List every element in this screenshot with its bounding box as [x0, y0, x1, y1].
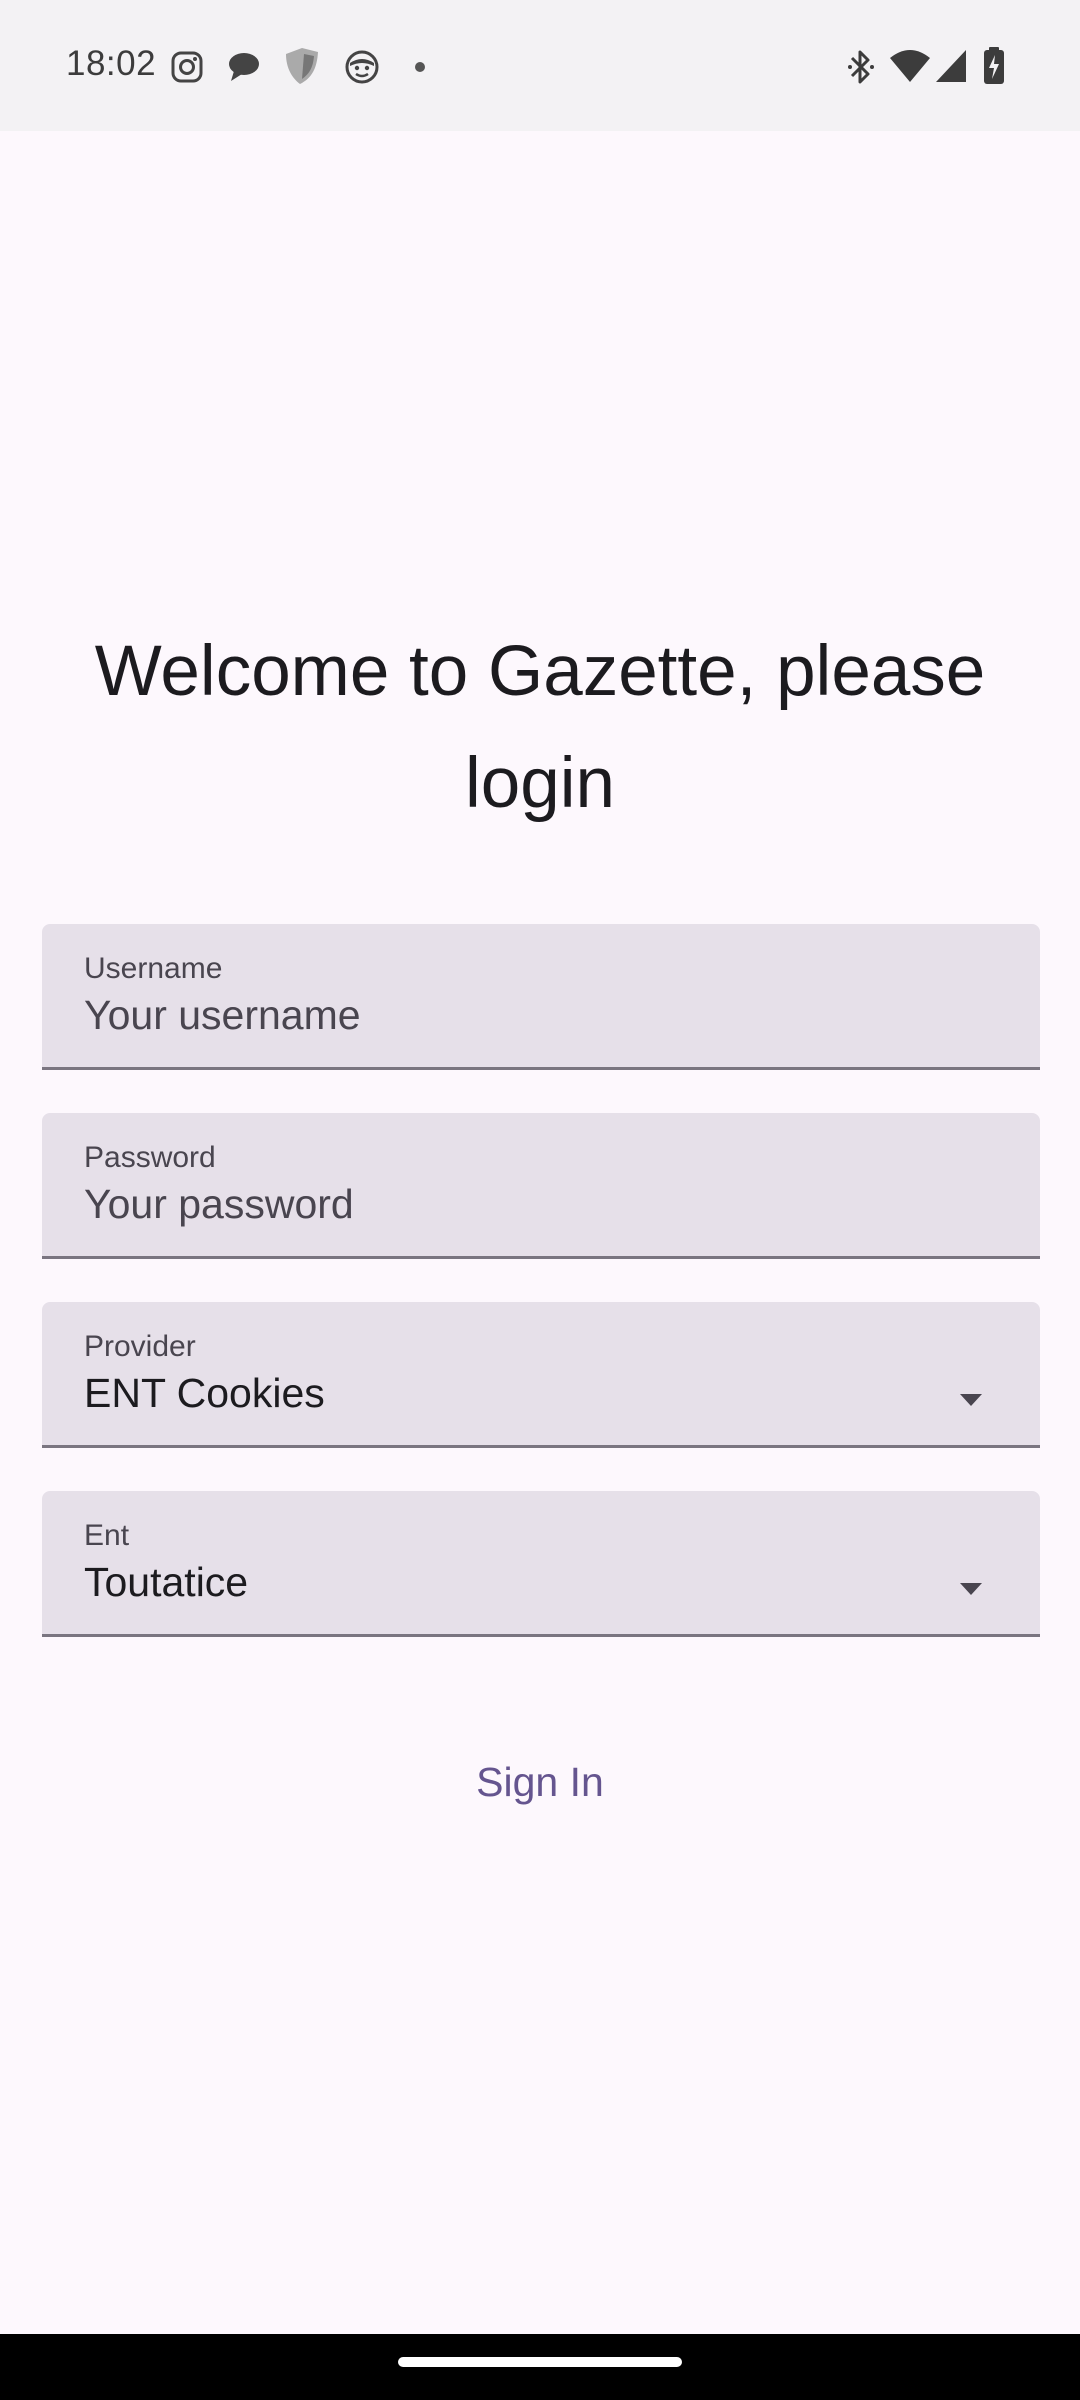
mask-face-icon [344, 49, 380, 90]
chat-bubble-icon [226, 50, 262, 89]
password-label: Password [84, 1141, 216, 1174]
bluetooth-icon [846, 48, 876, 91]
password-input[interactable] [84, 1181, 984, 1228]
cell-signal-icon [934, 48, 968, 89]
battery-charging-icon [982, 46, 1006, 91]
instagram-icon [170, 50, 204, 89]
navigation-bar [0, 2334, 1080, 2400]
shield-app-icon [282, 46, 322, 91]
ent-dropdown[interactable]: Ent Toutatice [42, 1491, 1040, 1637]
home-indicator[interactable] [398, 2357, 682, 2367]
provider-selected-value: ENT Cookies [84, 1370, 325, 1416]
sign-in-button[interactable]: Sign In [390, 1742, 690, 1822]
status-time: 18:02 [66, 44, 157, 83]
page-title: Welcome to Gazette, please login [94, 632, 986, 823]
wifi-icon [888, 48, 932, 89]
username-label: Username [84, 952, 223, 985]
ent-label: Ent [84, 1519, 130, 1552]
ent-selected-value: Toutatice [84, 1559, 249, 1605]
provider-dropdown[interactable]: Provider ENT Cookies [42, 1302, 1040, 1448]
username-input[interactable] [84, 992, 984, 1039]
username-field[interactable]: Username [42, 924, 1040, 1070]
dropdown-arrow-icon[interactable] [960, 1394, 982, 1406]
dropdown-arrow-icon[interactable] [960, 1583, 982, 1595]
password-field[interactable]: Password [42, 1113, 1040, 1259]
status-bar: 18:02 [0, 0, 1080, 131]
provider-label: Provider [84, 1330, 196, 1363]
dot-icon [414, 60, 426, 78]
